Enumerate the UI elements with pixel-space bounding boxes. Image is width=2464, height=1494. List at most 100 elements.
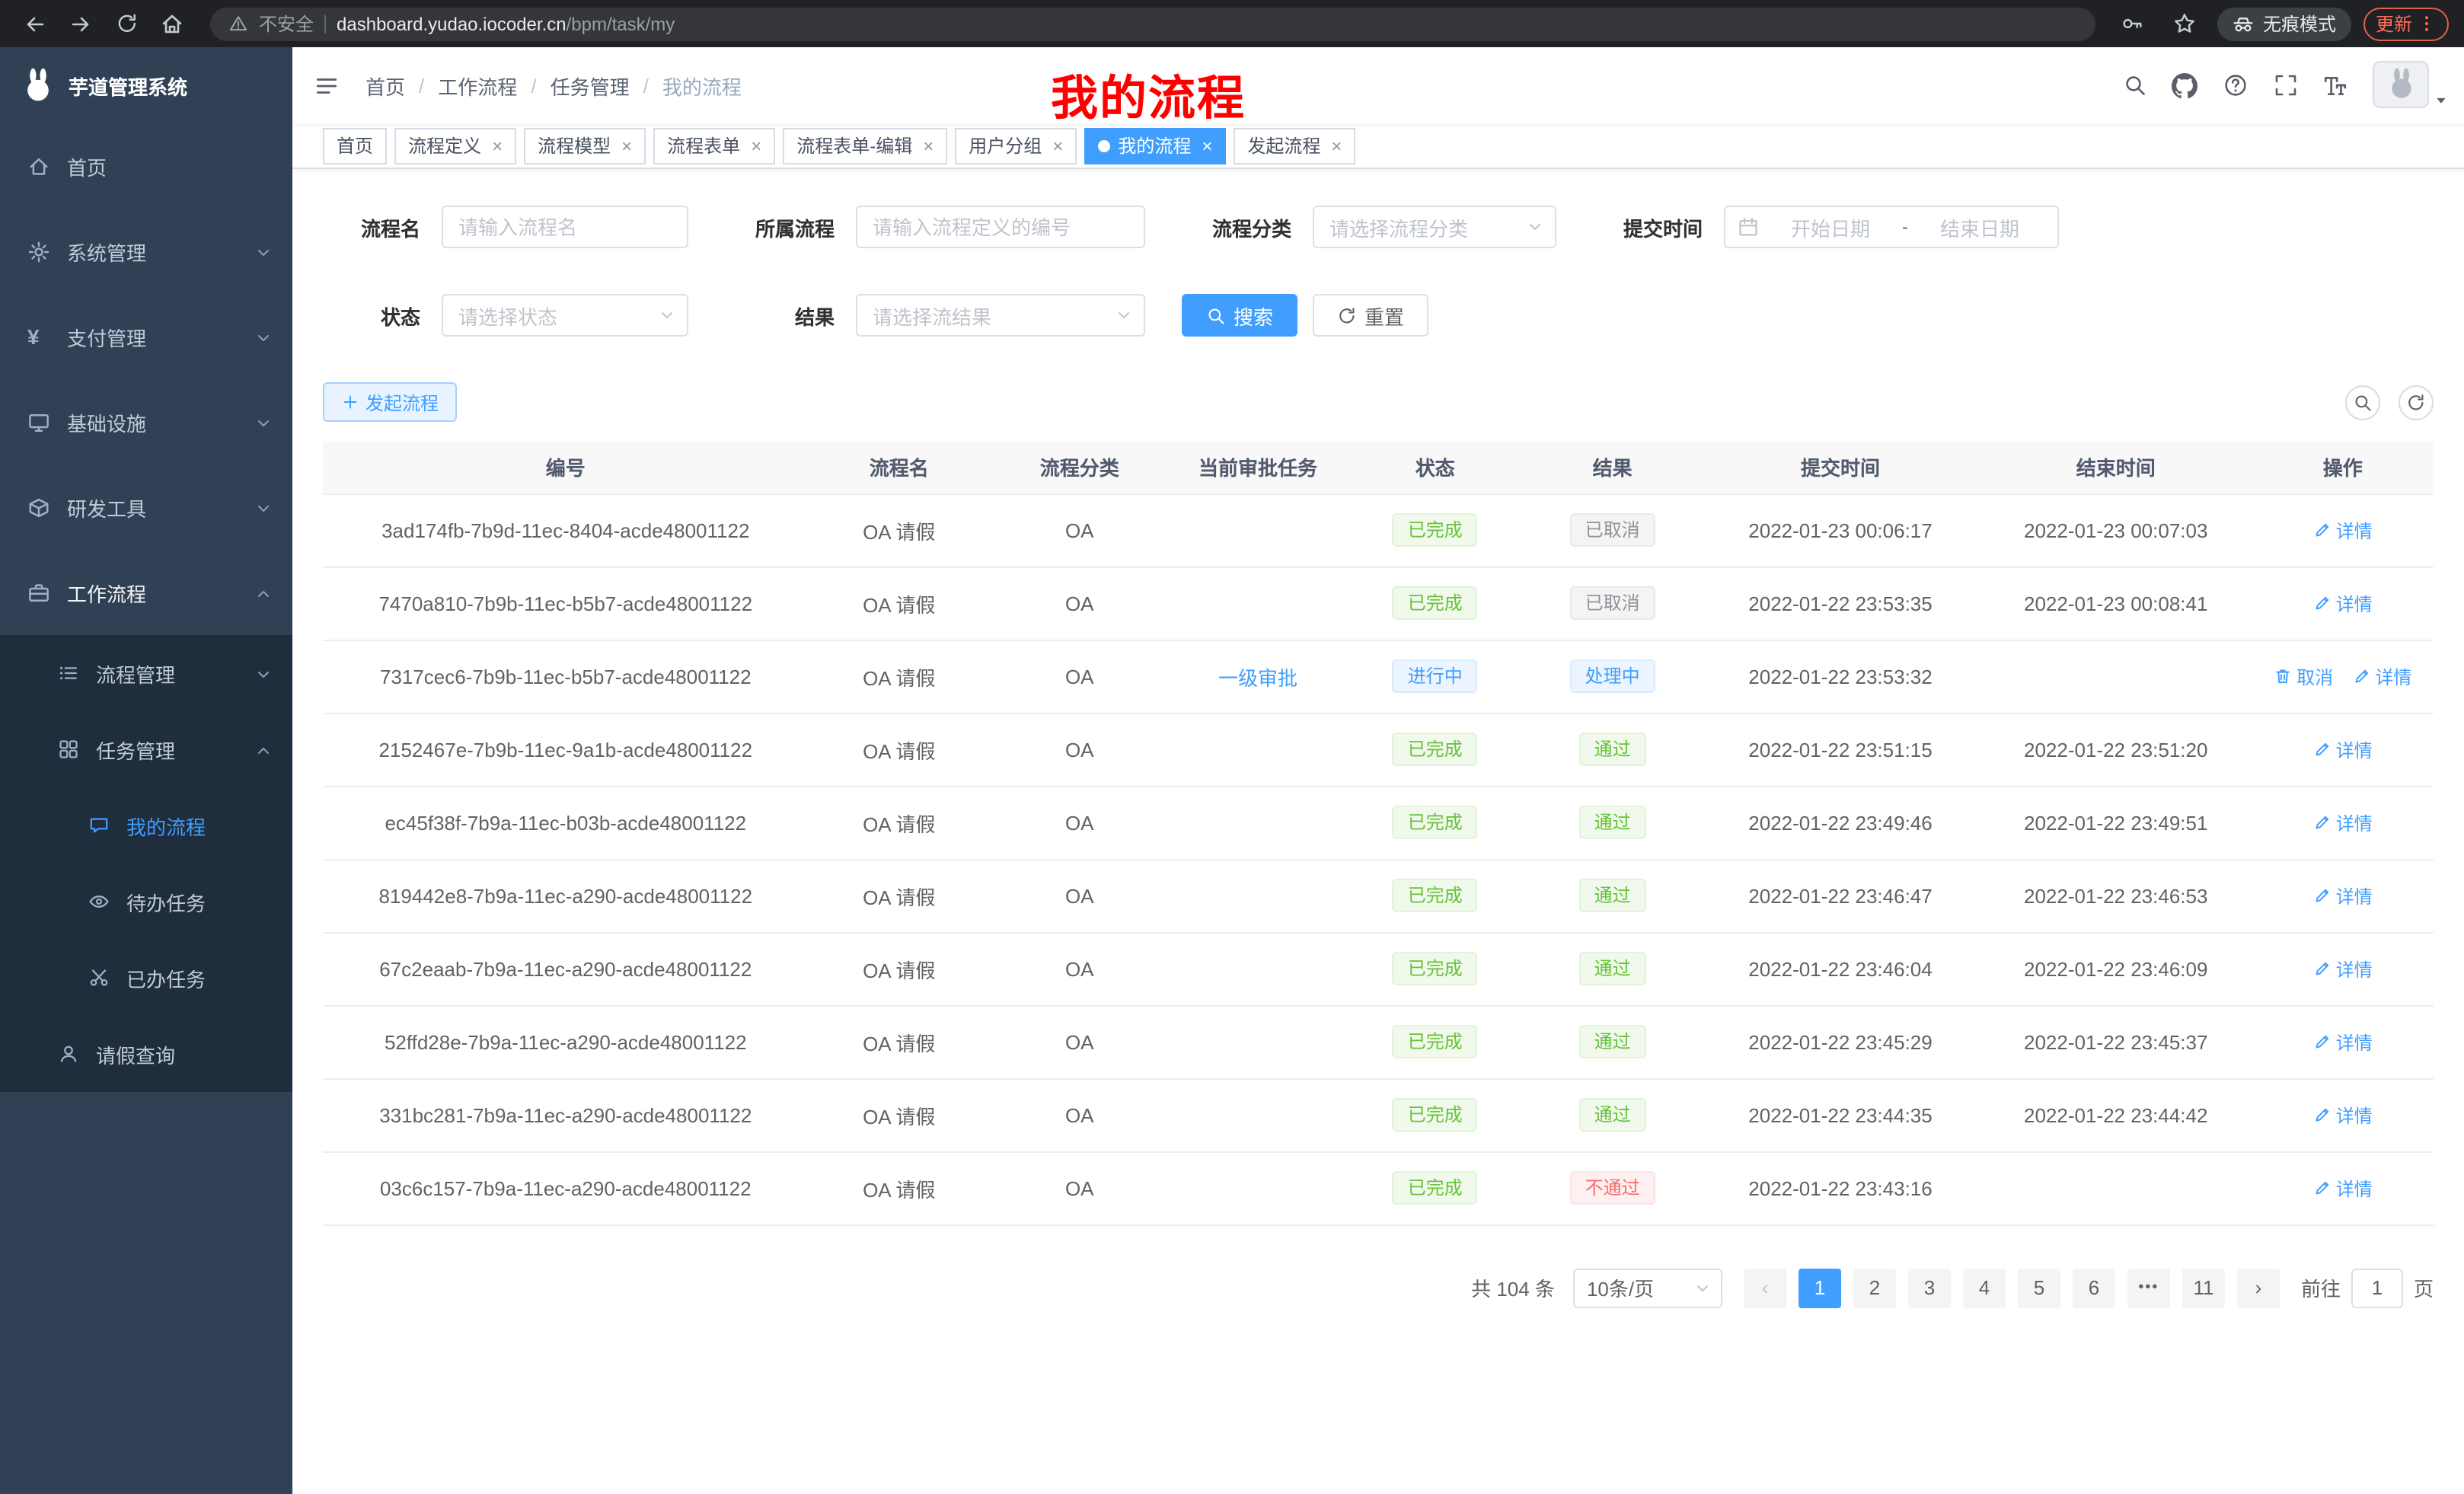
close-icon[interactable]: × [621,136,632,155]
detail-button[interactable]: 详情 [2313,517,2373,543]
result-badge: 不通过 [1570,1171,1655,1205]
tab-process-form-edit[interactable]: 流程表单-编辑× [783,127,947,164]
page-button-6[interactable]: 6 [2073,1268,2115,1307]
cancel-button[interactable]: 取消 [2274,663,2333,689]
close-icon[interactable]: × [1202,136,1212,155]
prev-page-button[interactable]: ‹ [1744,1268,1786,1307]
chevron-down-icon [254,325,273,348]
pagination: 共 104 条 10条/页 ‹ 1 2 3 4 5 6 ••• 11 › [323,1268,2434,1307]
process-definition-input[interactable] [856,206,1145,248]
close-icon[interactable]: × [751,136,761,155]
goto-page: 前往 页 [2301,1268,2434,1307]
app-logo[interactable]: 芋道管理系统 [0,47,292,123]
user-menu[interactable] [2373,60,2449,110]
breadcrumb-item[interactable]: 工作流程 [438,71,517,100]
sidebar-item-devtools[interactable]: 研发工具 [0,464,292,550]
tab-start-process[interactable]: 发起流程× [1234,127,1355,164]
sidebar-item-done-tasks[interactable]: 已办任务 [0,940,292,1016]
toggle-search-button[interactable] [2345,385,2380,420]
tab-process-definition[interactable]: 流程定义× [394,127,516,164]
page-button-4[interactable]: 4 [1963,1268,2006,1307]
sidebar-item-label: 任务管理 [96,735,175,764]
browser-reload-button[interactable] [107,4,146,43]
browser-forward-button[interactable] [61,4,101,43]
page-button-2[interactable]: 2 [1853,1268,1896,1307]
detail-button[interactable]: 详情 [2313,809,2373,835]
close-icon[interactable]: × [492,136,503,155]
password-key-button[interactable] [2114,4,2153,43]
next-page-button[interactable]: › [2237,1268,2280,1307]
cell-end-time: 2022-01-22 23:51:20 [1980,713,2252,786]
detail-button[interactable]: 详情 [2313,736,2373,762]
sidebar-item-process-management[interactable]: 流程管理 [0,635,292,711]
detail-button[interactable]: 详情 [2313,956,2373,982]
detail-button[interactable]: 详情 [2313,1102,2373,1128]
browser-update-button[interactable]: 更新 [2363,7,2449,40]
submit-time-range-picker[interactable]: 开始日期 - 结束日期 [1724,206,2059,248]
chevron-down-icon [254,496,273,519]
detail-button[interactable]: 详情 [2313,590,2373,616]
search-button[interactable]: 搜索 [1182,294,1297,337]
trash-icon [2274,667,2292,685]
current-task-link[interactable]: 一级审批 [1218,662,1297,691]
github-link[interactable] [2159,50,2210,120]
sidebar-item-leave-query[interactable]: 请假查询 [0,1016,292,1092]
process-name-input[interactable] [442,206,688,248]
reset-button-label: 重置 [1364,301,1404,330]
status-badge: 已完成 [1393,879,1478,912]
page-button-1[interactable]: 1 [1799,1268,1841,1307]
breadcrumb-item[interactable]: 任务管理 [551,71,630,100]
select-placeholder: 请选择状态 [458,301,557,330]
page-button-11[interactable]: 11 [2182,1268,2225,1307]
cell-actions: 取消 详情 [2252,932,2434,1005]
close-icon[interactable]: × [1331,136,1342,155]
tab-process-model[interactable]: 流程模型× [524,127,646,164]
fullscreen-button[interactable] [2260,50,2310,120]
detail-button[interactable]: 详情 [2313,1175,2373,1201]
help-button[interactable] [2210,50,2260,120]
sidebar-collapse-button[interactable] [292,47,359,123]
sidebar-item-system[interactable]: 系统管理 [0,209,292,294]
tab-process-form[interactable]: 流程表单× [653,127,775,164]
cell-current-task [1170,932,1347,1005]
sidebar-item-workflow[interactable]: 工作流程 [0,550,292,635]
close-icon[interactable]: × [923,136,934,155]
refresh-table-button[interactable] [2399,385,2434,420]
reset-button[interactable]: 重置 [1313,294,1428,337]
sidebar-item-home[interactable]: 首页 [0,123,292,209]
bookmark-star-button[interactable] [2166,4,2205,43]
tab-home[interactable]: 首页 [323,127,387,164]
font-size-button[interactable] [2310,50,2360,120]
page-button-3[interactable]: 3 [1908,1268,1951,1307]
browser-back-button[interactable] [15,4,55,43]
header-search-button[interactable] [2109,50,2159,120]
browser-home-button[interactable] [152,4,192,43]
sidebar-item-todo-tasks[interactable]: 待办任务 [0,864,292,940]
detail-button[interactable]: 详情 [2352,663,2411,689]
status-select[interactable]: 请选择状态 [442,294,688,337]
page-button-5[interactable]: 5 [2018,1268,2060,1307]
sidebar-item-my-process[interactable]: 我的流程 [0,787,292,864]
result-select[interactable]: 请选择流结果 [856,294,1145,337]
more-pages-button[interactable]: ••• [2127,1268,2170,1307]
tab-my-process[interactable]: 我的流程× [1084,127,1226,164]
sidebar-item-infra[interactable]: 基础设施 [0,379,292,464]
close-icon[interactable]: × [1052,136,1063,155]
cell-id: 7317cec6-7b9b-11ec-b5b7-acde48001122 [323,640,809,713]
goto-page-input[interactable] [2351,1268,2403,1307]
breadcrumb-item[interactable]: 首页 [365,71,405,100]
sidebar: 芋道管理系统 首页 系统管理 ¥ 支付管理 [0,47,292,1494]
detail-button[interactable]: 详情 [2313,883,2373,908]
cell-id: 819442e8-7b9a-11ec-a290-acde48001122 [323,859,809,932]
detail-button[interactable]: 详情 [2313,1029,2373,1055]
category-select[interactable]: 请选择流程分类 [1313,206,1556,248]
tab-user-group[interactable]: 用户分组× [955,127,1077,164]
start-process-button[interactable]: 发起流程 [323,382,457,422]
chevron-down-icon [254,240,273,263]
cell-actions: 取消 详情 [2252,1151,2434,1224]
sidebar-item-payment[interactable]: ¥ 支付管理 [0,294,292,379]
page-size-select[interactable]: 10条/页 [1573,1268,1722,1307]
sidebar-item-task-management[interactable]: 任务管理 [0,711,292,787]
active-dot [1098,139,1110,152]
address-bar[interactable]: 不安全 dashboard.yudao.iocoder.cn/bpm/task/… [210,7,2095,40]
